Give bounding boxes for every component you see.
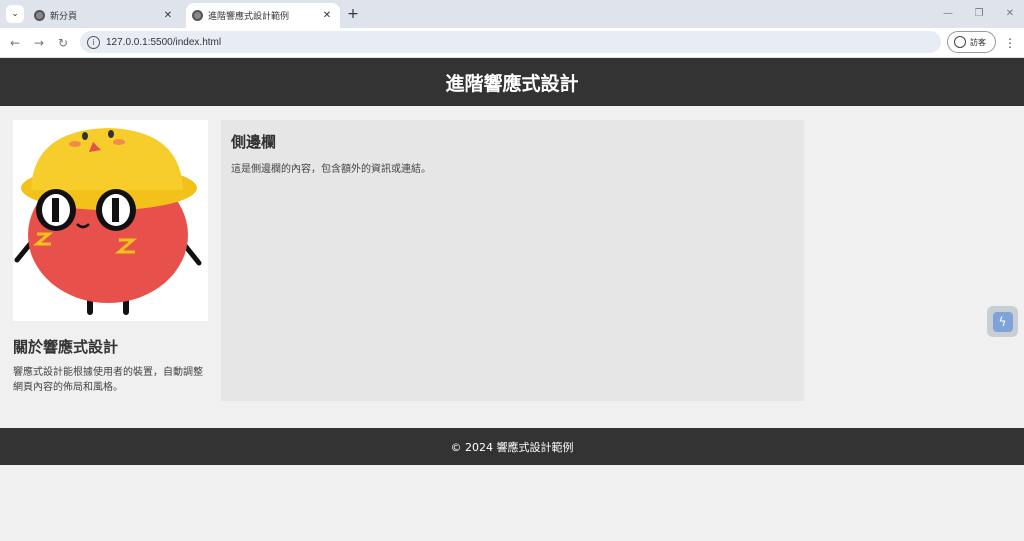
about-text: 響應式設計能根據使用者的裝置，自動調整網頁內容的佈局和風格。 xyxy=(13,367,203,393)
reload-icon[interactable]: ↻ xyxy=(55,35,71,51)
tab-title: 新分頁 xyxy=(50,12,78,22)
address-bar[interactable]: i 127.0.0.1:5500/index.html xyxy=(80,31,941,53)
about-section: 關於響應式設計 響應式設計能根據使用者的裝置，自動調整網頁內容的佈局和風格。 xyxy=(13,120,208,395)
lightning-icon: ϟ xyxy=(992,311,1013,332)
tab-new-page[interactable]: 新分頁 ✕ xyxy=(28,3,181,28)
about-heading: 關於響應式設計 xyxy=(13,338,119,356)
tab-title: 進階響應式設計範例 xyxy=(208,12,290,22)
info-icon[interactable]: i xyxy=(87,35,100,49)
page-header: 進階響應式設計 xyxy=(0,58,1024,106)
browser-toolbar: ← → ↻ i 127.0.0.1:5500/index.html 訪客 ⋮ xyxy=(0,28,1024,58)
globe-icon xyxy=(34,10,45,21)
minimize-icon[interactable]: — xyxy=(940,5,956,21)
page-title: 進階響應式設計 xyxy=(445,72,579,95)
restore-icon[interactable]: ❐ xyxy=(971,5,987,21)
floating-extension-button[interactable]: ϟ xyxy=(987,306,1018,337)
new-tab-button[interactable]: + xyxy=(346,6,360,22)
back-icon[interactable]: ← xyxy=(7,35,23,51)
sidebar: 側邊欄 這是側邊欄的內容，包含額外的資訊或連結。 xyxy=(221,120,804,401)
guest-profile-button[interactable]: 訪客 xyxy=(947,31,996,53)
more-menu-icon[interactable]: ⋮ xyxy=(1004,35,1016,51)
tab-strip: ⌄ 新分頁 ✕ 進階響應式設計範例 ✕ + — ❐ ✕ xyxy=(0,0,1024,28)
window-close-icon[interactable]: ✕ xyxy=(1002,5,1018,21)
close-icon[interactable]: ✕ xyxy=(161,9,175,23)
footer-text: © 2024 響應式設計範例 xyxy=(450,440,574,454)
page-footer: © 2024 響應式設計範例 xyxy=(0,428,1024,465)
guest-label: 訪客 xyxy=(970,37,986,47)
tab-search-button[interactable]: ⌄ xyxy=(6,5,24,23)
mascot-image xyxy=(13,120,208,321)
sidebar-heading: 側邊欄 xyxy=(231,133,277,151)
forward-icon[interactable]: → xyxy=(31,35,47,51)
tab-current-page[interactable]: 進階響應式設計範例 ✕ xyxy=(186,3,340,28)
close-icon[interactable]: ✕ xyxy=(320,9,334,23)
sidebar-text: 這是側邊欄的內容，包含額外的資訊或連結。 xyxy=(231,164,431,175)
globe-icon xyxy=(192,10,203,21)
person-icon xyxy=(954,36,966,48)
url-text: 127.0.0.1:5500/index.html xyxy=(106,36,222,48)
